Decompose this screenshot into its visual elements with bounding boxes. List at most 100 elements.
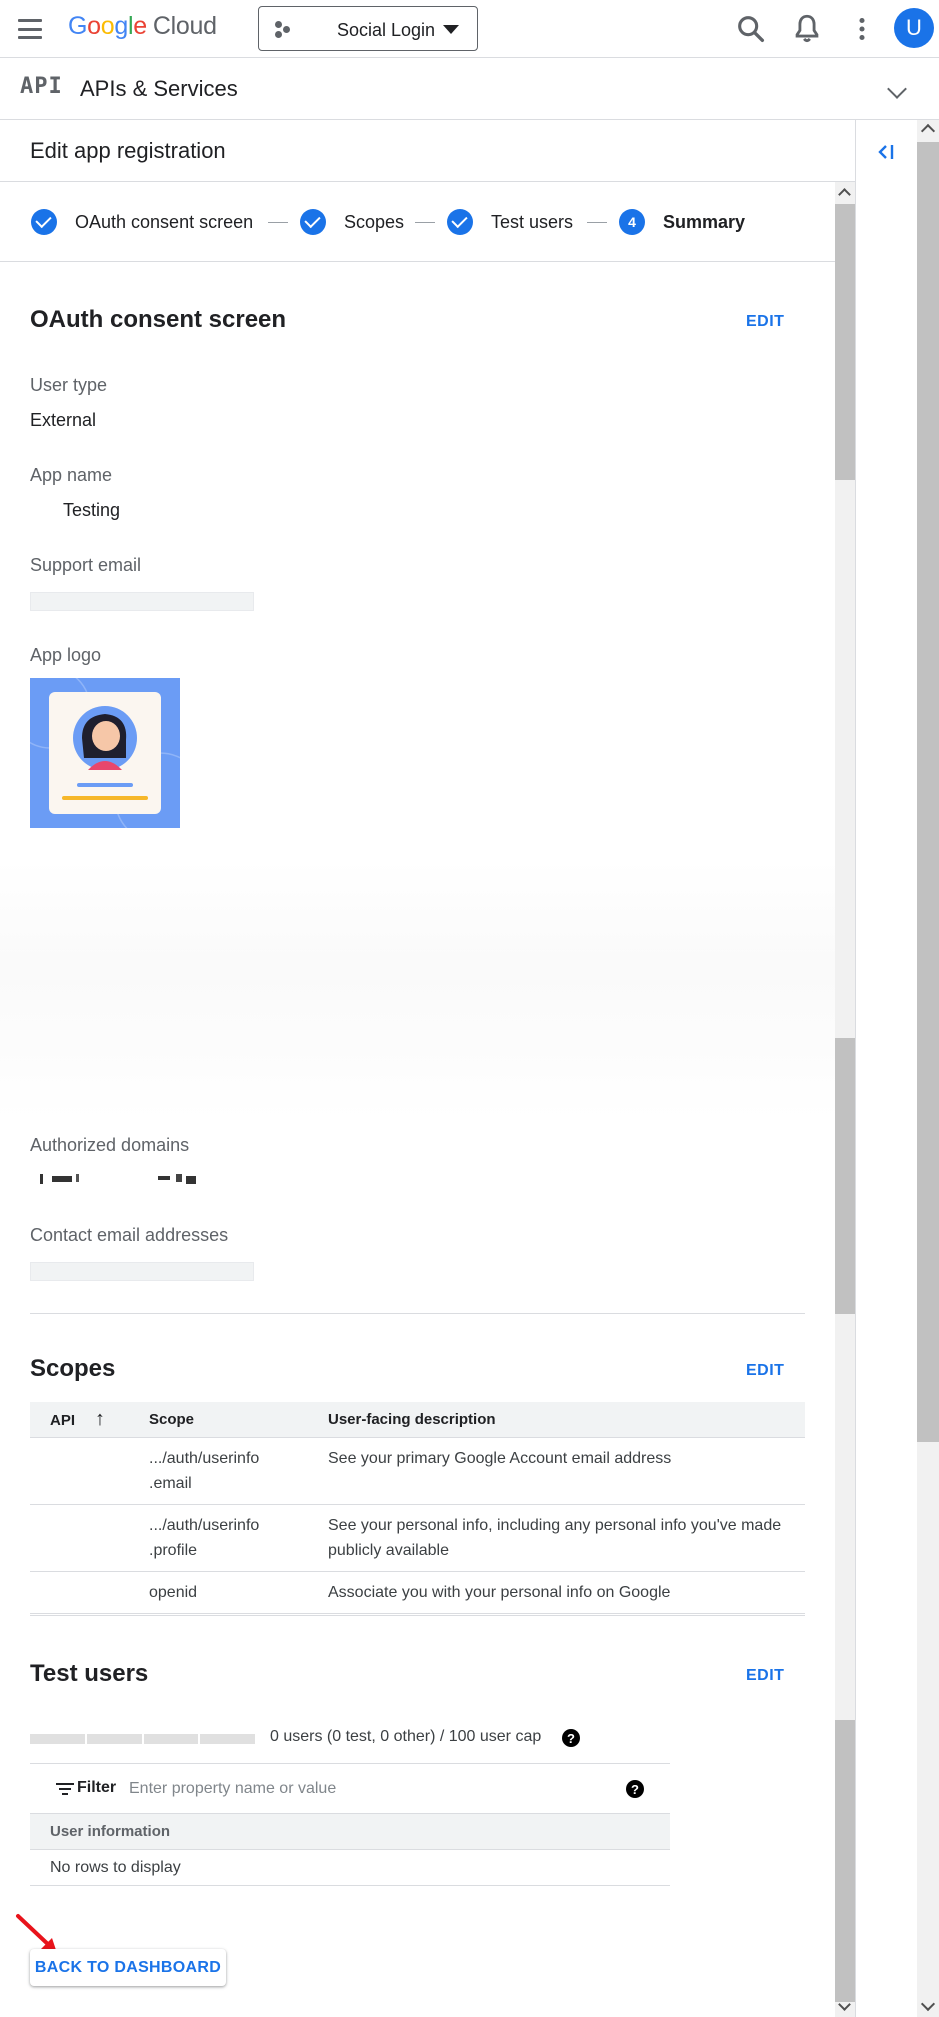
- user-type-value: External: [30, 410, 97, 430]
- project-picker[interactable]: Social Login: [258, 6, 478, 51]
- filter-icon[interactable]: [56, 1783, 74, 1797]
- logo-letter: G: [68, 12, 88, 40]
- check-icon: [300, 209, 326, 235]
- step-label: Test users: [491, 211, 574, 232]
- table-row: .../auth/userinfo .profile See your perso…: [30, 1504, 805, 1572]
- scope-line: .email: [149, 1474, 192, 1492]
- authorized-domains-redacted: [40, 1174, 196, 1184]
- cell-description: See your primary Google Account email ad…: [328, 1437, 805, 1505]
- step-label: Summary: [663, 211, 746, 232]
- bell-icon[interactable]: [790, 12, 824, 46]
- column-header-scope: Scope: [149, 1402, 328, 1438]
- avatar[interactable]: U: [894, 8, 934, 48]
- content-scrollbar[interactable]: [835, 182, 855, 2017]
- scope-line: .profile: [149, 1541, 198, 1559]
- scope-line: openid: [149, 1583, 198, 1601]
- step-test-users[interactable]: Test users: [447, 209, 573, 235]
- page-scrollbar[interactable]: [917, 120, 939, 2017]
- sort-arrow-icon[interactable]: ↑: [95, 1408, 105, 1431]
- user-cap-text: 0 users (0 test, 0 other) / 100 user cap: [270, 1728, 542, 1745]
- help-icon[interactable]: ?: [626, 1780, 644, 1798]
- cell-scope: .../auth/userinfo .email: [149, 1437, 328, 1505]
- section-header: API APIs & Services: [0, 58, 939, 120]
- test-users-table: Filter ? User information No rows to dis…: [30, 1763, 670, 1886]
- check-icon: [447, 209, 473, 235]
- table-header-row: API ↑ Scope User-facing description: [30, 1402, 805, 1438]
- cell-api: [30, 1504, 149, 1572]
- logo-letter: o: [87, 12, 101, 40]
- help-icon[interactable]: ?: [562, 1729, 580, 1747]
- logo-letter: o: [100, 12, 115, 40]
- step-connector: [415, 222, 435, 223]
- table-row: .../auth/userinfo .email See your primary…: [30, 1437, 805, 1505]
- step-scopes[interactable]: Scopes: [300, 209, 404, 235]
- back-to-dashboard-button[interactable]: BACK TO DASHBOARD: [30, 1949, 226, 1986]
- app-logo-image: [30, 678, 180, 828]
- consent-edit-link[interactable]: EDIT: [746, 313, 784, 331]
- scrollbar-thumb[interactable]: [835, 1720, 855, 2002]
- chevron-down-icon[interactable]: [887, 79, 907, 99]
- app-name-value: Testing: [63, 500, 121, 520]
- user-type-label: User type: [30, 375, 108, 395]
- step-oauth-consent[interactable]: OAuth consent screen: [31, 209, 253, 235]
- stepper: OAuth consent screen Scopes Test users 4…: [0, 182, 835, 262]
- app-logo-label: App logo: [30, 645, 102, 665]
- section-divider: [30, 1313, 805, 1314]
- column-label: API: [50, 1411, 76, 1429]
- scroll-up-icon[interactable]: [920, 123, 936, 139]
- cell-description: Associate you with your personal info on…: [328, 1571, 805, 1614]
- scopes-edit-link[interactable]: EDIT: [746, 1362, 784, 1380]
- step-number: 4: [619, 209, 645, 235]
- scopes-heading: Scopes: [30, 1355, 116, 1382]
- contact-email-label: Contact email addresses: [30, 1225, 229, 1245]
- cell-description: See your personal info, including any pe…: [328, 1504, 805, 1572]
- filter-input[interactable]: [129, 1777, 609, 1801]
- scope-line: .../auth/userinfo: [149, 1449, 260, 1467]
- scrollbar-thumb[interactable]: [917, 142, 939, 1442]
- logo-letter: g: [114, 12, 128, 40]
- cell-api: [30, 1571, 149, 1614]
- step-label: Scopes: [344, 211, 405, 232]
- logo-cloud-word: Cloud: [152, 12, 217, 40]
- search-icon[interactable]: [734, 12, 768, 46]
- page-title-bar: Edit app registration: [0, 120, 855, 182]
- filter-bar: Filter ?: [30, 1763, 670, 1814]
- section-divider: [30, 1615, 805, 1616]
- column-header-description: User-facing description: [328, 1402, 805, 1438]
- scrollbar-thumb[interactable]: [835, 204, 855, 480]
- contact-email-redacted: [30, 1262, 254, 1281]
- support-email-label: Support email: [30, 555, 142, 575]
- scrollbar-thumb[interactable]: [835, 1038, 855, 1314]
- cell-scope: .../auth/userinfo .profile: [149, 1504, 328, 1572]
- collapse-panel-icon[interactable]: [874, 140, 898, 164]
- scope-line: .../auth/userinfo: [149, 1516, 260, 1534]
- step-summary[interactable]: 4 Summary: [619, 209, 745, 235]
- section-title: APIs & Services: [80, 76, 238, 101]
- cell-scope: openid: [149, 1571, 328, 1614]
- column-header-api[interactable]: API ↑: [30, 1402, 149, 1438]
- logo-letter: e: [133, 12, 147, 40]
- caret-down-icon: [443, 25, 459, 34]
- app-name-label: App name: [30, 465, 113, 485]
- step-connector: [587, 222, 607, 223]
- top-app-bar: Google Cloud Social Login U: [0, 0, 939, 58]
- column-header-user-information: User information: [30, 1814, 670, 1850]
- more-vert-icon[interactable]: [845, 12, 879, 46]
- test-users-edit-link[interactable]: EDIT: [746, 1667, 784, 1685]
- cell-api: [30, 1437, 149, 1505]
- project-name: Social Login: [337, 20, 436, 40]
- project-icon: [275, 21, 295, 39]
- page-title: Edit app registration: [30, 138, 226, 163]
- scroll-up-icon[interactable]: [838, 188, 851, 201]
- menu-icon[interactable]: [14, 16, 46, 42]
- step-connector: [268, 222, 288, 223]
- scroll-down-icon[interactable]: [920, 1996, 936, 2012]
- user-cap-bar: [30, 1734, 255, 1744]
- google-cloud-logo[interactable]: Google Cloud: [68, 12, 217, 41]
- empty-state-text: No rows to display: [30, 1850, 670, 1886]
- support-email-redacted: [30, 592, 254, 611]
- redacted-region: [0, 860, 835, 1120]
- filter-label[interactable]: Filter: [77, 1779, 116, 1797]
- side-panel: [855, 120, 917, 2017]
- consent-heading: OAuth consent screen: [30, 306, 287, 333]
